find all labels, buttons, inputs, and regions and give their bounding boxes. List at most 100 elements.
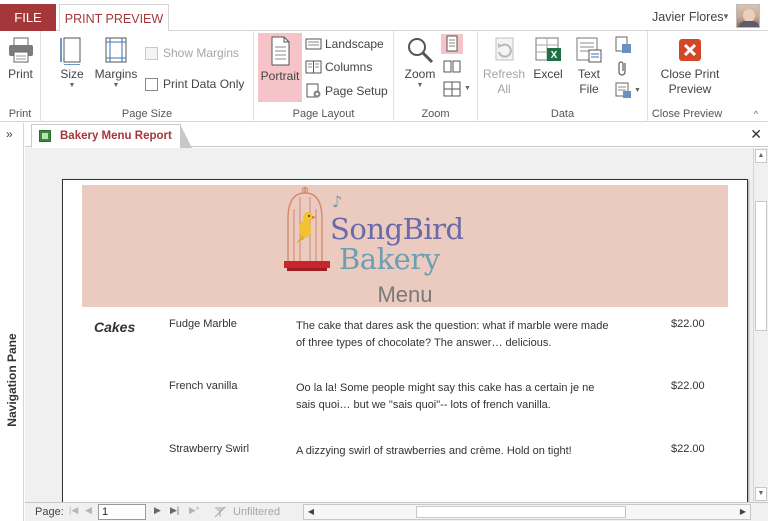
page-number-input[interactable] [98, 504, 146, 520]
page-setup-button[interactable]: Page Setup [305, 83, 388, 98]
scroll-right-icon[interactable]: ▶ [736, 505, 750, 519]
show-margins-label: Show Margins [163, 46, 240, 60]
data-group-label: Data [550, 108, 575, 120]
item-description: The cake that dares ask the question: wh… [296, 320, 609, 349]
item-name: Fudge Marble [169, 318, 237, 330]
next-page-icon[interactable]: ▶ [154, 505, 161, 516]
zoom-group: Zoom ▼ ▼ Zoom [394, 31, 478, 122]
show-margins-checkbox[interactable]: Show Margins [145, 46, 239, 60]
item-price: $22.00 [671, 380, 705, 392]
landscape-button[interactable]: Landscape [305, 37, 384, 51]
file-tab[interactable]: FILE [0, 4, 56, 31]
last-page-icon[interactable]: ▶| [170, 505, 179, 516]
document-tab-label: Bakery Menu Report [60, 130, 172, 142]
refresh-icon [495, 37, 514, 61]
zoom-label: Zoom [404, 67, 436, 81]
vertical-scrollbar[interactable]: ▲ ▼ [753, 148, 768, 502]
more-export-button[interactable]: ▼ [614, 81, 644, 99]
page-size-icon [60, 37, 81, 65]
report-page: ♪ SongBird Bakery Menu Cakes Fudge Marbl… [62, 179, 748, 502]
close-preview-group-label: Close Preview [651, 108, 723, 120]
item-description: Oo la la! Some people might say this cak… [296, 382, 595, 411]
close-document-icon[interactable]: ✕ [750, 126, 762, 143]
margins-icon [105, 37, 127, 63]
size-button[interactable]: Size ▼ [55, 35, 89, 90]
scroll-left-icon[interactable]: ◀ [304, 505, 318, 519]
item-name: Strawberry Swirl [169, 443, 250, 455]
text-file-label-2: File [579, 82, 599, 96]
previous-page-icon[interactable]: ◀ [85, 505, 92, 516]
one-page-icon [446, 35, 458, 52]
one-page-button[interactable] [441, 34, 463, 54]
close-red-x-icon [679, 39, 701, 61]
landscape-label: Landscape [325, 37, 384, 51]
pdf-xps-icon [615, 36, 631, 53]
scroll-up-icon[interactable]: ▲ [755, 149, 767, 163]
horizontal-scroll-thumb[interactable] [416, 506, 626, 518]
user-avatar[interactable] [736, 4, 760, 28]
pdf-xps-button[interactable] [614, 36, 632, 54]
filter-icon[interactable] [213, 506, 227, 518]
zoom-dropdown-icon: ▼ [416, 82, 424, 89]
record-navigation-bar: Page: |◀ ◀ ▶ ▶| ▶* Unfiltered ◀ ▶ [25, 502, 768, 521]
navigation-pane-label[interactable]: Navigation Pane [5, 330, 19, 430]
excel-icon: X [535, 37, 561, 61]
refresh-all-button[interactable]: Refresh All [482, 35, 526, 97]
more-pages-dropdown-icon: ▼ [464, 85, 471, 92]
item-name: French vanilla [169, 380, 238, 392]
print-preview-tab[interactable]: PRINT PREVIEW [59, 4, 169, 32]
magnifier-icon [408, 38, 434, 64]
more-pages-button[interactable]: ▼ [441, 79, 473, 99]
svg-text:♪: ♪ [332, 192, 342, 211]
columns-icon [305, 60, 322, 74]
expand-navigation-chevron-icon[interactable]: » [6, 127, 13, 141]
portrait-button[interactable]: Portrait [258, 33, 302, 102]
scroll-down-icon[interactable]: ▼ [755, 487, 767, 501]
portrait-label: Portrait [260, 69, 300, 83]
show-margins-box[interactable] [145, 46, 158, 60]
menu-title: Menu [377, 282, 433, 307]
report-header-band: ♪ SongBird Bakery Menu [82, 185, 728, 307]
unfiltered-label[interactable]: Unfiltered [233, 506, 280, 518]
text-file-export-button[interactable]: Text File [570, 35, 608, 97]
margins-label: Margins [94, 67, 138, 81]
vertical-scroll-thumb[interactable] [755, 201, 767, 331]
more-export-icon [615, 82, 631, 98]
print-label: Print [8, 67, 33, 81]
columns-label: Columns [325, 60, 373, 74]
close-preview-label-1: Close Print [660, 67, 720, 81]
zoom-button[interactable]: Zoom ▼ [400, 35, 440, 90]
more-export-dropdown-icon: ▼ [634, 87, 641, 94]
text-file-icon [576, 37, 602, 63]
logo-word-songbird: SongBird [330, 212, 464, 246]
page-size-group: Size ▼ Margins ▼ Show Margins Print Data… [41, 31, 254, 122]
close-print-preview-button[interactable]: Close Print Preview [652, 35, 728, 97]
page-setup-label: Page Setup [325, 83, 388, 98]
print-data-only-checkbox[interactable]: Print Data Only [145, 77, 244, 91]
email-button[interactable] [614, 59, 632, 77]
margins-button[interactable]: Margins ▼ [93, 35, 139, 90]
close-preview-group: Close Print Preview Close Preview ^ [648, 31, 768, 122]
document-tab[interactable]: Bakery Menu Report [31, 124, 192, 148]
collapse-ribbon-chevron-icon[interactable]: ^ [754, 109, 758, 119]
logo-word-bakery: Bakery [339, 242, 440, 276]
excel-export-button[interactable]: X Excel [528, 35, 568, 82]
new-record-icon[interactable]: ▶* [189, 505, 199, 516]
columns-button[interactable]: Columns [305, 60, 372, 74]
print-preview-area: ♪ SongBird Bakery Menu Cakes Fudge Marbl… [25, 148, 753, 502]
two-pages-icon [443, 60, 461, 73]
print-group-label: Print [8, 108, 32, 120]
zoom-group-label: Zoom [421, 108, 450, 120]
user-name[interactable]: Javier Flores [652, 10, 724, 24]
user-menu-chevron-icon[interactable]: ▼ [722, 12, 730, 21]
first-page-icon[interactable]: |◀ [69, 505, 78, 516]
print-data-only-box[interactable] [145, 77, 158, 91]
page-label: Page: [35, 506, 64, 518]
size-dropdown-icon: ▼ [68, 82, 76, 89]
two-pages-button[interactable] [441, 57, 463, 77]
refresh-all-label-2: All [497, 82, 511, 96]
print-button[interactable]: Print [3, 35, 38, 82]
landscape-icon [305, 38, 322, 50]
horizontal-scrollbar[interactable]: ◀ ▶ [303, 504, 751, 520]
print-group: Print Print [0, 31, 41, 122]
